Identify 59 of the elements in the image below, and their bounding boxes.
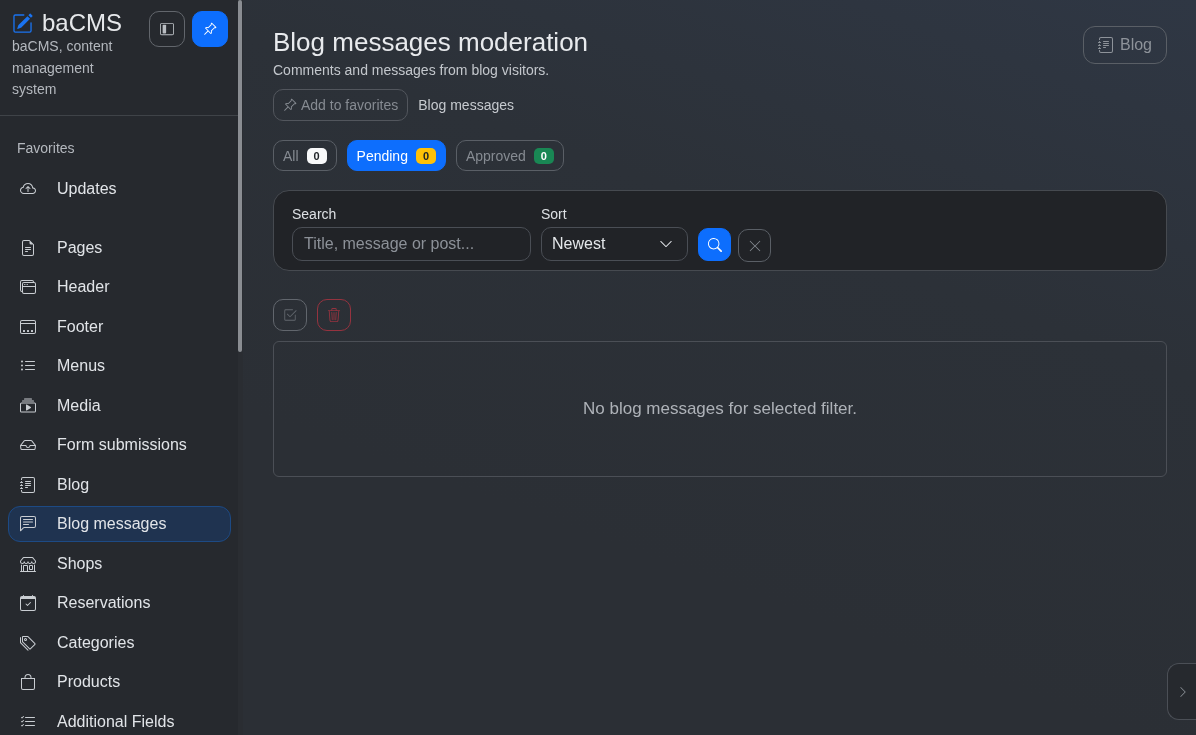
scrollbar-thumb[interactable] — [238, 0, 242, 352]
cloud-upload-icon — [20, 180, 36, 197]
status-tab[interactable]: Approved 0 — [455, 140, 564, 171]
pin-icon — [203, 22, 217, 36]
nav-item[interactable]: Products — [8, 664, 231, 700]
nav-item[interactable]: Reservations — [8, 585, 231, 621]
sidebar-toggle-button[interactable] — [149, 11, 185, 47]
window-stack-icon — [20, 279, 36, 295]
window-icon — [20, 318, 36, 335]
inbox-icon — [20, 437, 36, 453]
journal-icon — [20, 476, 36, 493]
search-button[interactable] — [698, 228, 731, 261]
blog-button[interactable]: Blog — [1082, 26, 1167, 64]
count-badge: 0 — [533, 147, 554, 164]
checkbox-icon — [283, 308, 297, 322]
status-tab[interactable]: Pending 0 — [346, 140, 446, 171]
section-heading: Favorites — [17, 139, 76, 157]
chat-bubble-icon — [20, 516, 36, 532]
nav-item[interactable]: Media — [8, 387, 231, 424]
tags-icon — [20, 634, 36, 651]
pin-icon — [283, 98, 297, 112]
nav-item[interactable]: Header — [8, 269, 231, 305]
nav-item[interactable]: Updates — [8, 170, 231, 207]
page-subtitle: Comments and messages from blog visitors. — [273, 61, 551, 80]
search-field[interactable]: Title, message or post... — [292, 227, 531, 261]
close-icon — [747, 238, 762, 253]
shop-icon — [20, 555, 36, 572]
document-icon — [20, 239, 36, 256]
sidebar-layout-icon — [160, 22, 174, 36]
empty-message: No blog messages for selected filter. — [583, 399, 857, 419]
drawer-toggle-button[interactable] — [1167, 663, 1196, 720]
brand-tagline: baCMS, content management system — [12, 37, 114, 99]
nav-item[interactable]: Categories — [8, 624, 231, 661]
pin-button[interactable] — [192, 11, 228, 47]
status-tab[interactable]: All 0 — [273, 140, 337, 171]
page-title: Blog messages moderation — [273, 26, 589, 58]
search-icon — [707, 237, 722, 252]
clear-button[interactable] — [738, 229, 771, 262]
field-label: Search — [292, 205, 338, 224]
nav-item[interactable]: Shops — [8, 545, 231, 582]
count-badge: 0 — [415, 147, 436, 164]
add-favorite-button[interactable]: Add to favorites — [273, 89, 409, 121]
media-play-icon — [20, 397, 36, 414]
trash-icon — [327, 308, 341, 322]
sort-select[interactable]: Newest — [541, 227, 688, 261]
breadcrumb: Blog messages — [418, 97, 514, 113]
calendar-check-icon — [20, 595, 36, 611]
count-badge: 0 — [306, 147, 327, 164]
nav-item[interactable]: Menus — [8, 348, 231, 384]
journal-icon — [1097, 37, 1114, 53]
nav-item[interactable]: Pages — [8, 229, 231, 266]
field-label: Sort — [541, 205, 568, 224]
nav-item[interactable]: Footer — [8, 308, 231, 345]
nav-item[interactable]: Blog messages — [8, 506, 231, 542]
bag-icon — [20, 674, 36, 690]
brand-name: baCMS — [42, 11, 123, 35]
nav-item[interactable]: Blog — [8, 466, 231, 503]
nav-item[interactable]: Additional Fields — [8, 703, 231, 735]
nav-item[interactable]: Form submissions — [8, 427, 231, 463]
